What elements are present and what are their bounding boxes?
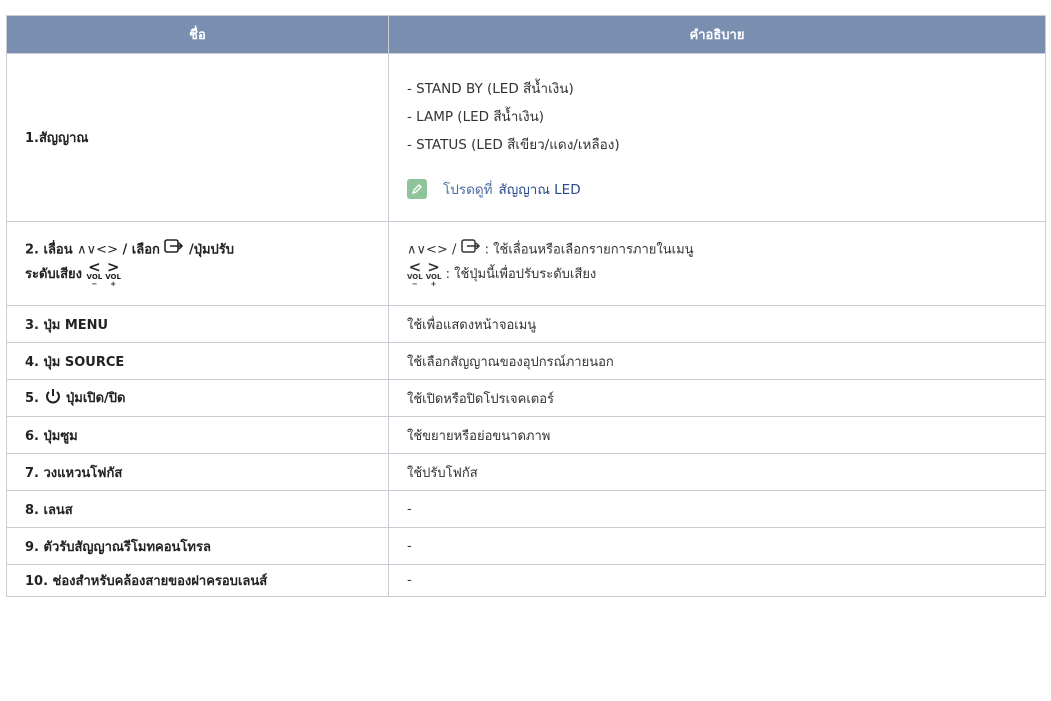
table-row: 7. วงแหวนโฟกัส ใช้ปรับโฟกัส [6, 453, 1046, 491]
header-description: คำอธิบาย [388, 15, 1046, 54]
row-description: ใช้ปรับโฟกัส [388, 453, 1046, 491]
row-name: 6. ปุ่มซูม [6, 416, 389, 454]
row-name: 2. เลื่อน ∧∨<> / เลือก /ปุ่มปรับ ระดับเส… [6, 221, 389, 306]
row-name: 1.สัญญาณ [6, 53, 389, 222]
table-row: 3. ปุ่ม MENU ใช้เพื่อแสดงหน้าจอเมนู [6, 305, 1046, 343]
note: โปรดดูที่ สัญญาณ LED [407, 178, 1045, 200]
desc-line: - LAMP (LED สีน้ำเงิน) [407, 109, 545, 125]
table-row: 1.สัญญาณ - STAND BY (LED สีน้ำเงิน) - LA… [6, 53, 1046, 222]
row-description: - STAND BY (LED สีน้ำเงิน) - LAMP (LED ส… [388, 53, 1046, 222]
power-icon [44, 387, 62, 409]
enter-key-icon [460, 239, 481, 261]
row-name: 4. ปุ่ม SOURCE [6, 342, 389, 380]
components-table: ชื่อ คำอธิบาย 1.สัญญาณ - STAND BY (LED ส… [6, 15, 1046, 597]
table-row: 2. เลื่อน ∧∨<> / เลือก /ปุ่มปรับ ระดับเส… [6, 221, 1046, 306]
enter-key-icon [164, 238, 184, 261]
row-description: - [388, 490, 1046, 528]
row-description: ใช้เพื่อแสดงหน้าจอเมนู [388, 305, 1046, 343]
header-name: ชื่อ [6, 15, 389, 54]
arrow-keys-icon: ∧∨<> [407, 242, 448, 258]
row-description: ∧∨<> / : ใช้เลื่อนหรือเลือกรายการภายในเม… [388, 221, 1046, 306]
note-prefix: โปรดดูที่ [443, 182, 493, 198]
desc-text: : ใช้เลื่อนหรือเลือกรายการภายในเมนู [484, 242, 694, 258]
table-row: 8. เลนส - [6, 490, 1046, 528]
row-description: ใช้เลือกสัญญาณของอุปกรณ์ภายนอก [388, 342, 1046, 380]
desc-text: : ใช้ปุ่มนี้เพื่อปรับระดับเสียง [445, 267, 597, 283]
pencil-note-icon [407, 179, 427, 199]
volume-keys-icon: < VOL − > VOL + [86, 258, 121, 289]
desc-line: - STATUS (LED สีเขียว/แดง/เหลือง) [407, 137, 620, 153]
row-name: 10. ช่องสำหรับคล้องสายของฝาครอบเลนส์ [6, 564, 389, 597]
row-name: 5. ปุ่มเปิด/ปิด [6, 379, 389, 417]
table-row: 5. ปุ่มเปิด/ปิด ใช้เปิดหรือปิดโปรเจคเตอร… [6, 379, 1046, 417]
row-name: 9. ตัวรับสัญญาณรีโมทคอนโทรล [6, 527, 389, 565]
row-description: ใช้เปิดหรือปิดโปรเจคเตอร์ [388, 379, 1046, 417]
row-description: ใช้ขยายหรือย่อขนาดภาพ [388, 416, 1046, 454]
row-description: - [388, 527, 1046, 565]
led-signal-link[interactable]: สัญญาณ LED [499, 178, 581, 200]
table-row: 4. ปุ่ม SOURCE ใช้เลือกสัญญาณของอุปกรณ์ภ… [6, 342, 1046, 380]
name-part: 2. เลื่อน [25, 242, 73, 258]
row-name: 8. เลนส [6, 490, 389, 528]
desc-line: - STAND BY (LED สีน้ำเงิน) [407, 81, 574, 97]
row-name: 7. วงแหวนโฟกัส [6, 453, 389, 491]
volume-keys-icon: < VOL − > VOL + [407, 258, 442, 289]
table-header-row: ชื่อ คำอธิบาย [6, 15, 1046, 54]
row-description: - [388, 564, 1046, 597]
name-part: /ปุ่มปรับ [188, 242, 235, 258]
arrow-keys-icon: ∧∨<> [77, 242, 118, 258]
table-row: 6. ปุ่มซูม ใช้ขยายหรือย่อขนาดภาพ [6, 416, 1046, 454]
name-part: / เลือก [122, 242, 160, 258]
table-row: 9. ตัวรับสัญญาณรีโมทคอนโทรล - [6, 527, 1046, 565]
table-row: 10. ช่องสำหรับคล้องสายของฝาครอบเลนส์ - [6, 564, 1046, 597]
row-name: 3. ปุ่ม MENU [6, 305, 389, 343]
name-part: ระดับเสียง [25, 267, 83, 283]
